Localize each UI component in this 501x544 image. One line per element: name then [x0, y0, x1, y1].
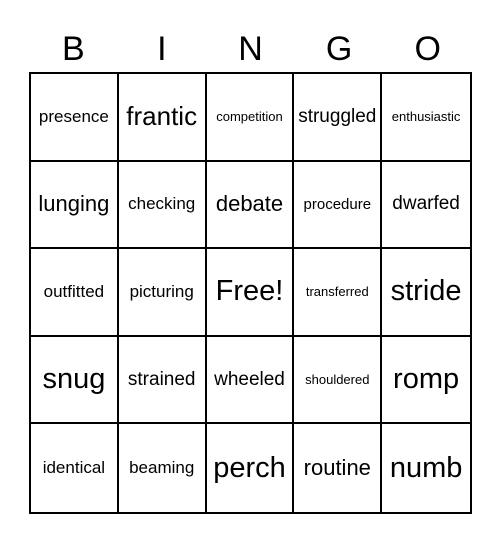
- bingo-cell[interactable]: perch: [207, 424, 295, 512]
- bingo-cell[interactable]: struggled: [294, 74, 383, 162]
- bingo-cell[interactable]: snug: [31, 336, 119, 425]
- bingo-cell[interactable]: romp: [382, 337, 470, 425]
- bingo-cell[interactable]: beaming: [119, 424, 207, 512]
- bingo-cell[interactable]: outfitted: [31, 249, 119, 337]
- bingo-cell[interactable]: transferred: [294, 249, 383, 337]
- bingo-cell[interactable]: presence: [31, 74, 119, 162]
- free-space-cell[interactable]: Free!: [206, 249, 295, 337]
- bingo-cell[interactable]: routine: [294, 424, 383, 512]
- bingo-cell[interactable]: enthusiastic: [382, 74, 470, 162]
- bingo-cell[interactable]: dwarfed: [382, 162, 470, 250]
- bingo-cell[interactable]: wheeled: [206, 336, 295, 425]
- bingo-cell[interactable]: checking: [118, 161, 207, 250]
- bingo-cell[interactable]: procedure: [294, 161, 383, 250]
- header-letter-b: B: [61, 30, 85, 68]
- header-letter-o: O: [414, 30, 441, 68]
- bingo-cell[interactable]: stride: [382, 249, 470, 337]
- bingo-cell[interactable]: shouldered: [294, 336, 383, 425]
- bingo-cell[interactable]: frantic: [118, 74, 207, 162]
- bingo-header: B I N G O: [29, 26, 472, 72]
- bingo-grid: presence frantic competition struggled e…: [29, 72, 472, 514]
- bingo-cell[interactable]: identical: [31, 424, 119, 512]
- bingo-cell[interactable]: lunging: [31, 161, 119, 250]
- header-letter-n: N: [238, 30, 263, 68]
- bingo-cell[interactable]: debate: [206, 161, 295, 250]
- bingo-cell[interactable]: strained: [118, 336, 207, 425]
- bingo-cell[interactable]: competition: [206, 74, 295, 162]
- header-letter-g: G: [325, 30, 353, 68]
- header-letter-i: I: [157, 30, 167, 68]
- bingo-cell[interactable]: picturing: [118, 249, 207, 337]
- bingo-cell[interactable]: numb: [382, 424, 470, 512]
